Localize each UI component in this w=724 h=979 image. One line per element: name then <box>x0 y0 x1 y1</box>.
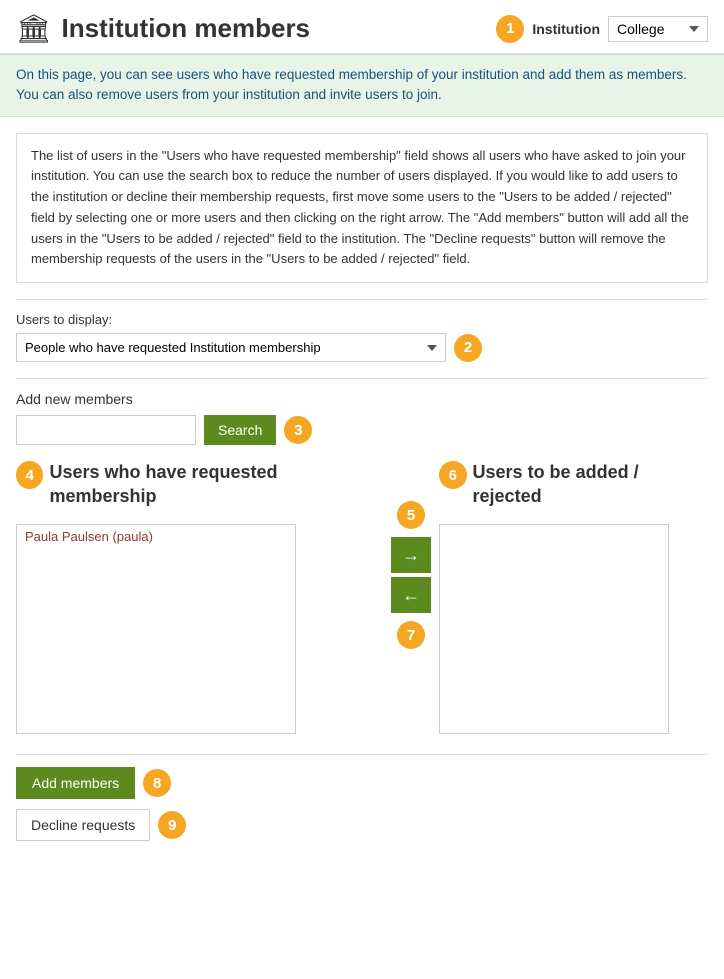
institution-badge-1: 1 <box>496 15 524 43</box>
users-display-select[interactable]: People who have requested Institution me… <box>16 333 446 362</box>
right-list-box[interactable] <box>439 524 669 734</box>
left-panel-badge-4: 4 <box>16 461 43 489</box>
add-new-members-section: Add new members Search 3 <box>16 378 708 445</box>
arrow-badge-7: 7 <box>397 621 425 649</box>
page-header: 🏛 Institution members 1 Institution Coll… <box>0 0 724 54</box>
move-right-button[interactable]: → <box>391 537 431 573</box>
add-members-badge-8: 8 <box>143 769 171 797</box>
right-panel-title: Users to be added / rejected <box>473 461 708 508</box>
move-left-button[interactable]: ← <box>391 577 431 613</box>
search-row: Search 3 <box>16 415 708 445</box>
left-list-panel: 4 Users who have requested membership Pa… <box>16 461 383 734</box>
users-display-section: Users to display: People who have reques… <box>16 299 708 362</box>
users-display-label: Users to display: <box>16 312 708 327</box>
decline-badge-9: 9 <box>158 811 186 839</box>
info-box: The list of users in the "Users who have… <box>16 133 708 284</box>
left-list-box[interactable]: Paula Paulsen (paula) <box>16 524 296 734</box>
action-buttons: Add members 8 Decline requests 9 <box>16 754 708 841</box>
left-panel-title: Users who have requested membership <box>49 461 383 508</box>
page-title: Institution members <box>62 13 497 44</box>
arrow-column: 5 → ← 7 <box>383 461 439 649</box>
institution-label: Institution <box>532 21 600 37</box>
add-members-button[interactable]: Add members <box>16 767 135 799</box>
users-display-badge-2: 2 <box>454 334 482 362</box>
search-input[interactable] <box>16 415 196 445</box>
info-bar-text: On this page, you can see users who have… <box>16 67 687 102</box>
header-right: 1 Institution College University School <box>496 15 708 43</box>
select-row: People who have requested Institution me… <box>16 333 708 362</box>
decline-requests-button[interactable]: Decline requests <box>16 809 150 841</box>
list-item[interactable]: Paula Paulsen (paula) <box>17 525 295 548</box>
institution-select[interactable]: College University School <box>608 16 708 42</box>
add-new-members-title: Add new members <box>16 391 708 407</box>
right-panel-badge-6: 6 <box>439 461 466 489</box>
info-box-text: The list of users in the "Users who have… <box>31 148 689 267</box>
right-list-panel: 6 Users to be added / rejected <box>439 461 708 734</box>
search-button[interactable]: Search <box>204 415 276 445</box>
search-badge-3: 3 <box>284 416 312 444</box>
arrow-badge-5: 5 <box>397 501 425 529</box>
main-content: The list of users in the "Users who have… <box>0 117 724 866</box>
transfer-section: 4 Users who have requested membership Pa… <box>16 461 708 734</box>
institution-icon: 🏛 <box>16 12 52 45</box>
info-bar: On this page, you can see users who have… <box>0 54 724 117</box>
